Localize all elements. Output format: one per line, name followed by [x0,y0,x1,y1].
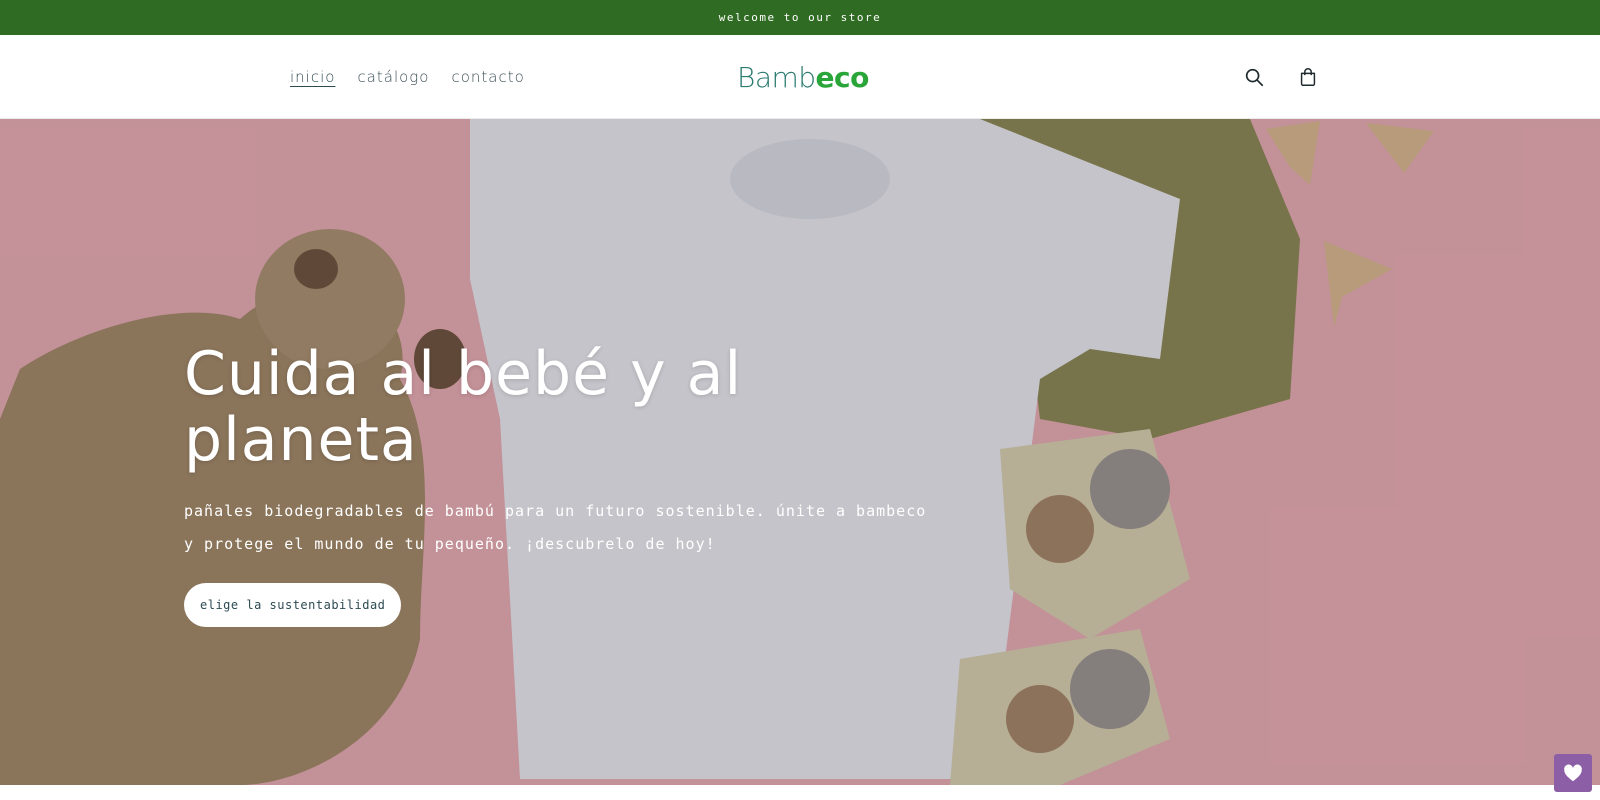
logo-text-bamb: Bamb [737,60,816,94]
search-icon [1245,68,1264,87]
main-nav: inicio catálogo contacto [290,35,525,119]
announcement-text: welcome to our store [718,11,882,24]
header-icons [1236,59,1326,95]
logo-text-eco: eco [815,60,870,94]
nav-link-contacto[interactable]: contacto [451,68,524,86]
hero-content: Cuida al bebé y al planeta pañales biode… [184,341,964,627]
hero-title: Cuida al bebé y al planeta [184,339,743,475]
wishlist-button[interactable] [1554,754,1592,792]
hero-cta-button[interactable]: elige la sustentabilidad [184,583,402,627]
nav-link-catalogo[interactable]: catálogo [357,68,429,86]
hero-banner: Cuida al bebé y al planeta pañales biode… [0,119,1600,785]
hero-subtitle: pañales biodegradables de bambú para un … [184,502,927,553]
brand-logo[interactable]: Bamb eco [737,55,869,99]
announcement-bar: welcome to our store [0,0,1600,35]
cart-button[interactable] [1290,59,1326,95]
cart-icon [1300,68,1316,86]
nav-link-inicio[interactable]: inicio [290,68,335,86]
site-header: inicio catálogo contacto Bamb eco [0,35,1600,119]
search-button[interactable] [1236,59,1272,95]
heart-icon [1564,764,1582,782]
